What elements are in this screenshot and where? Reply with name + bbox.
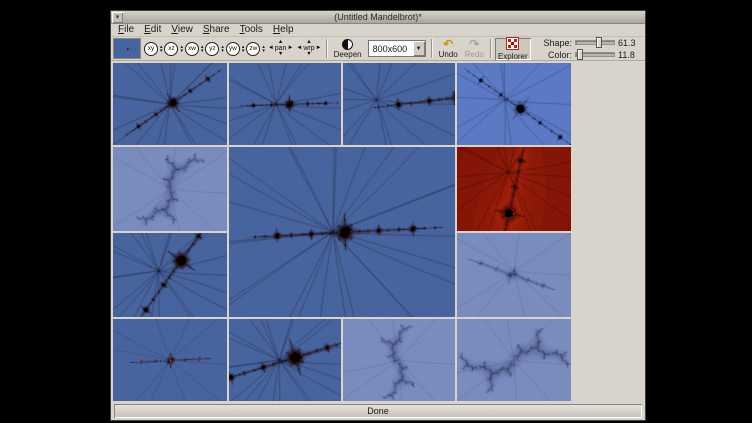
- menu-edit[interactable]: Edit: [139, 24, 166, 36]
- explorer-toggle-button[interactable]: Explorer: [495, 38, 531, 60]
- fractal-tile-top-3[interactable]: [343, 63, 455, 145]
- slider-panel: Shape: 61.3 Color: 11.8: [539, 38, 643, 60]
- warp-down-arrow-icon: ▼: [306, 52, 311, 57]
- fractal-tile-bottom-1[interactable]: [113, 319, 227, 401]
- fractal-tile-top-2[interactable]: [229, 63, 341, 145]
- deepen-icon: [342, 39, 353, 50]
- plane-yw-label: yw: [226, 42, 240, 56]
- status-progress-bar: Done: [114, 404, 642, 418]
- toolbar-separator: [326, 39, 328, 58]
- plane-zw-label: zw: [246, 42, 260, 56]
- window-title: (Untitled Mandelbrot)*: [111, 12, 645, 22]
- titlebar[interactable]: ▾ (Untitled Mandelbrot)*: [111, 11, 645, 24]
- fractal-tile-mid-right-2[interactable]: [457, 233, 571, 317]
- plane-yz-label: yz: [205, 42, 219, 56]
- menu-help[interactable]: Help: [268, 24, 299, 36]
- redo-button[interactable]: ↷ Redo: [462, 38, 487, 60]
- warp-left-arrow-icon: ◄: [296, 46, 302, 51]
- fractal-tile-bottom-2[interactable]: [229, 319, 341, 401]
- resolution-select[interactable]: 800x600 ▼: [368, 40, 426, 57]
- plane-xz-label: xz: [164, 42, 178, 56]
- undo-arrow-icon: ↶: [443, 39, 453, 50]
- spinner-arrows-icon[interactable]: ▲▼: [200, 45, 204, 53]
- resolution-value: 800x600: [373, 44, 408, 54]
- color-slider-thumb[interactable]: [577, 49, 583, 60]
- fractal-tile-mid-left-1[interactable]: [113, 147, 227, 231]
- menu-file[interactable]: File: [113, 24, 139, 36]
- toolbar-separator: [490, 39, 492, 58]
- toolbar-separator: [431, 39, 433, 58]
- status-text: Done: [367, 406, 389, 416]
- shape-slider-thumb[interactable]: [596, 37, 602, 48]
- plane-button-xy[interactable]: xy ▲▼: [144, 42, 163, 56]
- statusbar: Done: [111, 402, 645, 420]
- menubar: File Edit View Share Tools Help: [111, 24, 645, 37]
- dropdown-arrow-icon: ▼: [413, 41, 425, 56]
- color-slider-label: Color:: [539, 50, 572, 60]
- shape-slider-label: Shape:: [539, 38, 572, 48]
- color-slider-value: 11.8: [618, 50, 641, 60]
- pan-left-arrow-icon: ◄: [268, 46, 274, 51]
- app-window: ▾ (Untitled Mandelbrot)* File Edit View …: [110, 10, 646, 421]
- explorer-label: Explorer: [498, 52, 528, 61]
- deepen-button[interactable]: Deepen: [331, 38, 365, 60]
- menu-view[interactable]: View: [166, 24, 198, 36]
- warp-right-arrow-icon: ►: [316, 46, 322, 51]
- toolbar: xy ▲▼ xz ▲▼ xw ▲▼ yz ▲▼ yw ▲▼ zw ▲▼ ▲ ◄ …: [111, 37, 645, 61]
- redo-arrow-icon: ↷: [469, 39, 479, 50]
- plane-button-yw[interactable]: yw ▲▼: [226, 42, 245, 56]
- deepen-label: Deepen: [334, 50, 362, 59]
- undo-button[interactable]: ↶ Undo: [436, 38, 461, 60]
- plane-xw-label: xw: [185, 42, 199, 56]
- pan-down-arrow-icon: ▼: [278, 52, 283, 57]
- pan-button[interactable]: ▲ ◄ pan ► ▼: [267, 40, 295, 57]
- spinner-arrows-icon[interactable]: ▲▼: [241, 45, 245, 53]
- fractal-tile-center[interactable]: [229, 147, 455, 317]
- spinner-arrows-icon[interactable]: ▲▼: [261, 45, 265, 53]
- explorer-grid-icon: [506, 37, 519, 52]
- current-fractal-preview: [113, 38, 141, 59]
- fractal-tile-mid-right-1[interactable]: [457, 147, 571, 231]
- plane-button-xw[interactable]: xw ▲▼: [185, 42, 204, 56]
- shape-slider[interactable]: [575, 40, 615, 45]
- plane-button-xz[interactable]: xz ▲▼: [164, 42, 183, 56]
- current-fractal-thumbnail: [114, 39, 140, 58]
- pan-right-arrow-icon: ►: [287, 46, 293, 51]
- plane-button-yz[interactable]: yz ▲▼: [205, 42, 224, 56]
- shape-slider-value: 61.3: [618, 38, 641, 48]
- menu-share[interactable]: Share: [198, 24, 235, 36]
- undo-label: Undo: [439, 50, 458, 59]
- color-slider[interactable]: [575, 52, 615, 57]
- plane-xy-label: xy: [144, 42, 158, 56]
- explorer-grid: [111, 61, 645, 402]
- fractal-tile-top-1[interactable]: [113, 63, 227, 145]
- spinner-arrows-icon[interactable]: ▲▼: [179, 45, 183, 53]
- spinner-arrows-icon[interactable]: ▲▼: [159, 45, 163, 53]
- plane-button-zw[interactable]: zw ▲▼: [246, 42, 265, 56]
- fractal-tile-mid-left-2[interactable]: [113, 233, 227, 317]
- fractal-tile-top-4[interactable]: [457, 63, 571, 145]
- redo-label: Redo: [465, 50, 484, 59]
- warp-button[interactable]: ▲ ◄ wrp ► ▼: [295, 40, 322, 57]
- fractal-tile-bottom-4[interactable]: [457, 319, 571, 401]
- window-menu-button[interactable]: ▾: [112, 12, 123, 23]
- fractal-tile-bottom-3[interactable]: [343, 319, 455, 401]
- spinner-arrows-icon[interactable]: ▲▼: [220, 45, 224, 53]
- menu-tools[interactable]: Tools: [235, 24, 268, 36]
